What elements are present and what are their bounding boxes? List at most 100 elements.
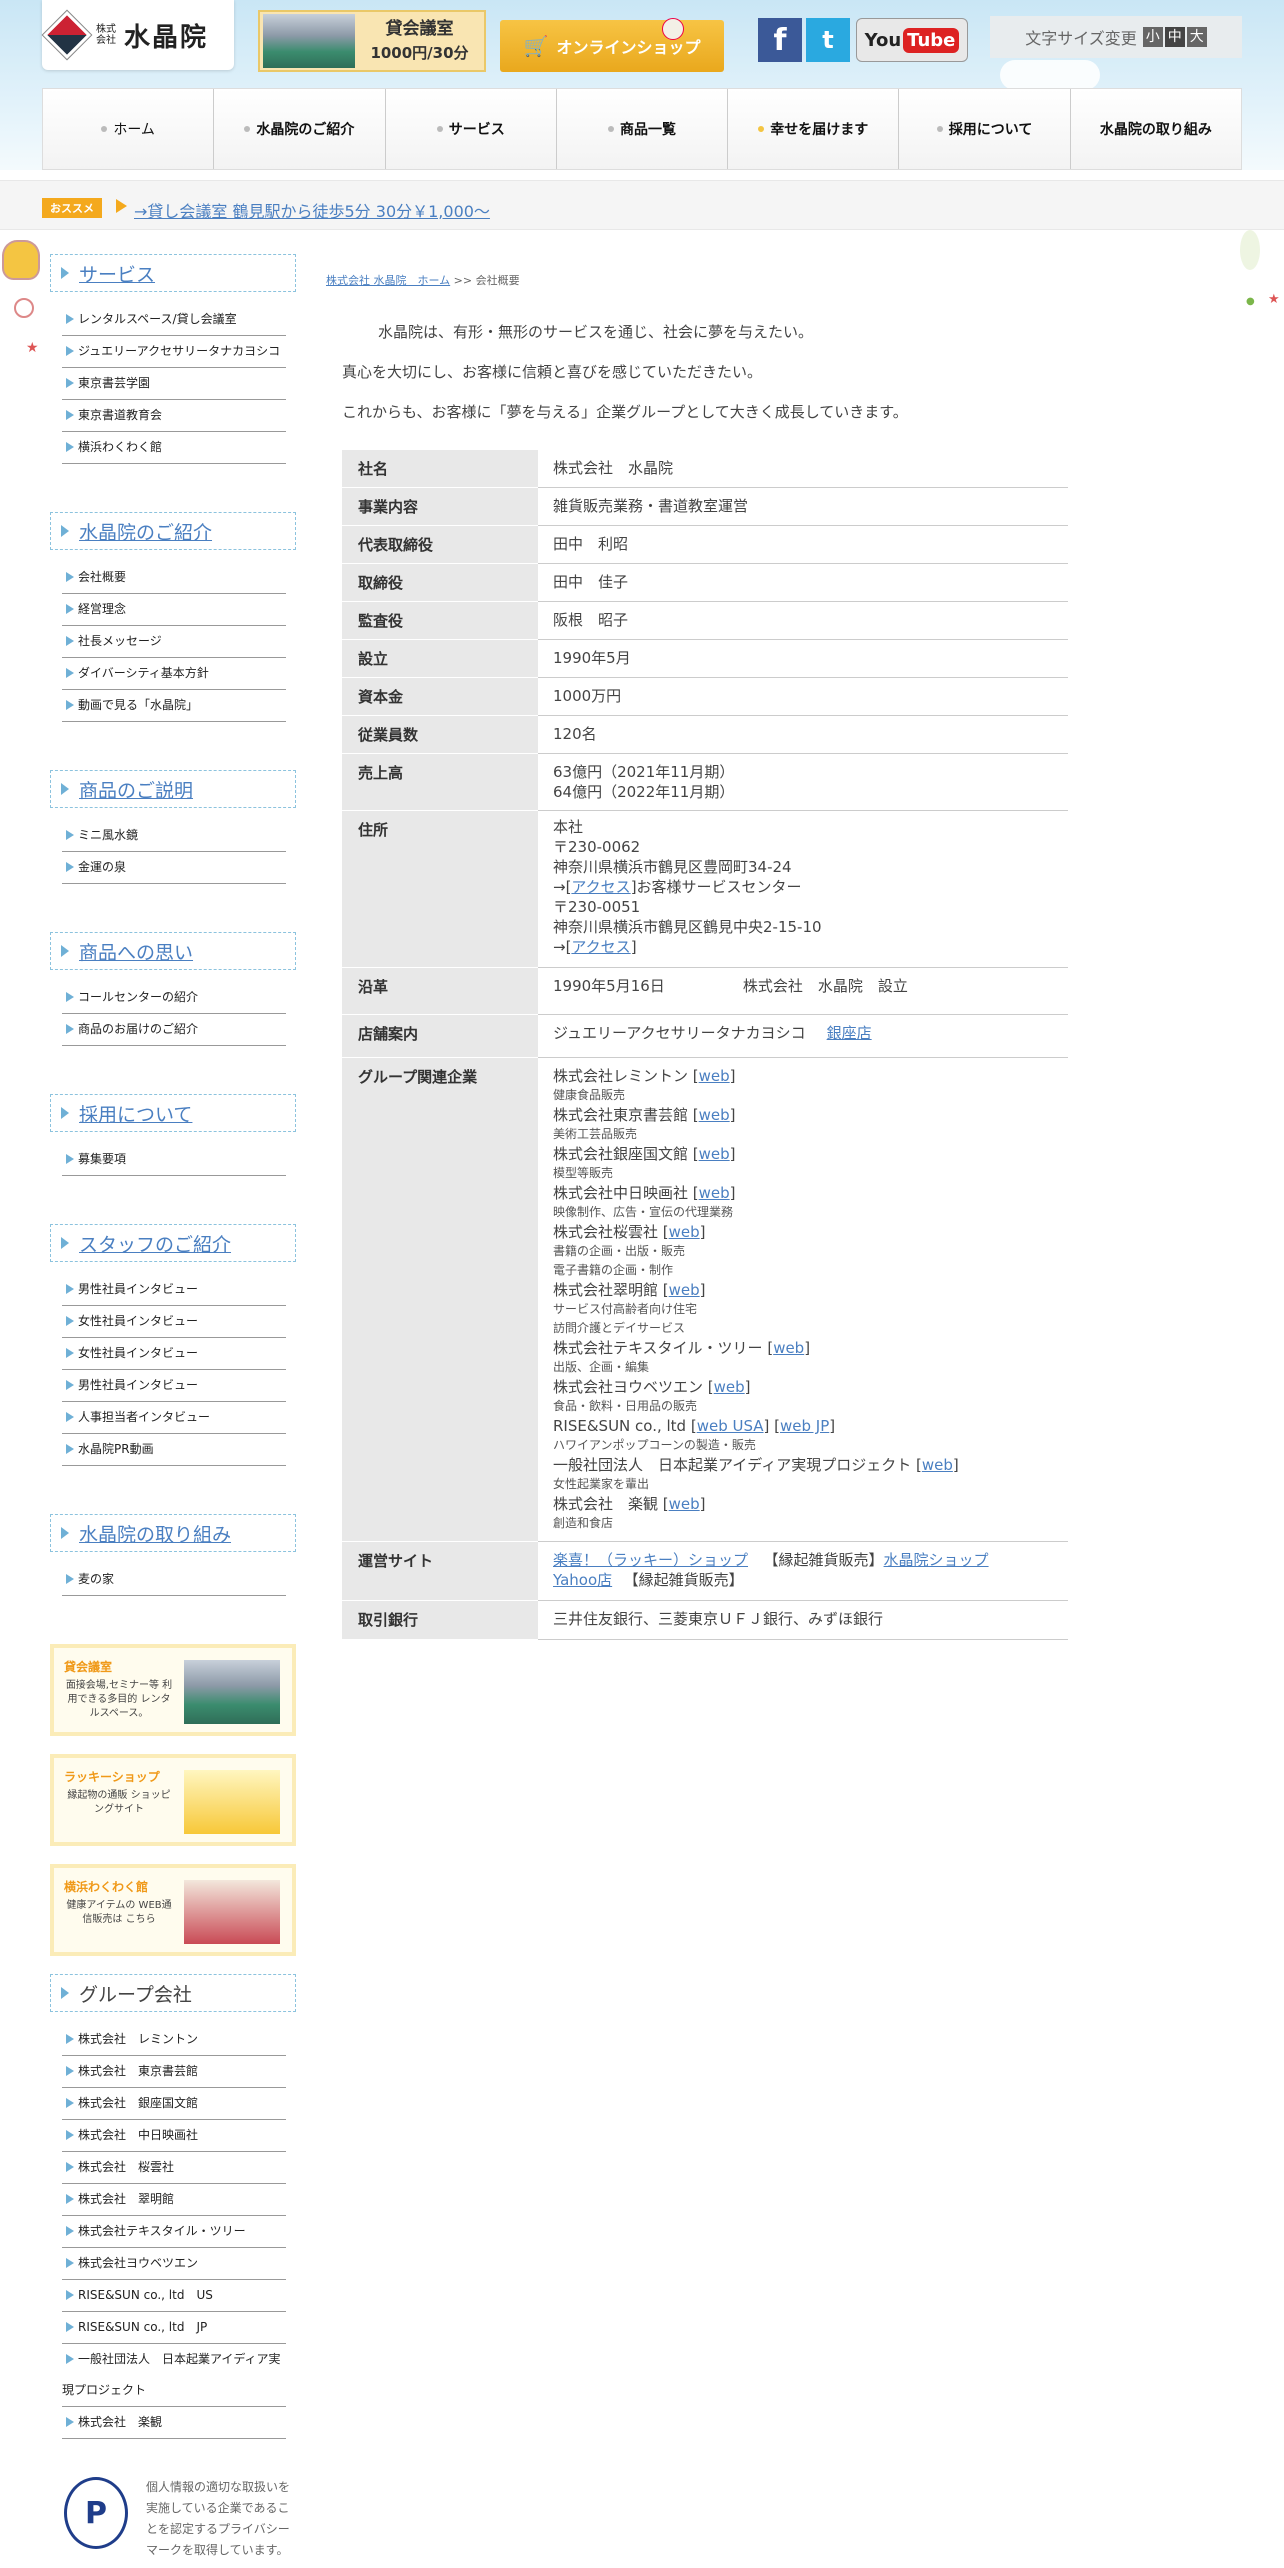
sidebar-item[interactable]: 動画で見る「水晶院」	[62, 690, 286, 722]
sidebar-item[interactable]: 男性社員インタビュー	[62, 1370, 286, 1402]
nav-item-happiness[interactable]: 幸せを届けます	[728, 89, 900, 169]
font-size-large-button[interactable]: 大	[1186, 27, 1207, 47]
row-label: 資本金	[342, 677, 538, 716]
sidebar-item[interactable]: 女性社員インタビュー	[62, 1306, 286, 1338]
table-row: 代表取締役 田中 利昭	[342, 525, 1068, 564]
breadcrumb-home[interactable]: 株式会社 水晶院 ホーム	[326, 274, 450, 287]
sidebar-item[interactable]: ジュエリーアクセサリータナカヨシコ	[62, 336, 286, 368]
access-link[interactable]: アクセス	[571, 878, 630, 896]
group-company-desc: 女性起業家を輩出	[553, 1477, 650, 1491]
sidebar-section-heading[interactable]: 水晶院のご紹介	[50, 512, 296, 550]
sidebar-item[interactable]: 募集要項	[62, 1144, 286, 1176]
web-link[interactable]: web JP	[780, 1417, 829, 1435]
sidebar-item[interactable]: 男性社員インタビュー	[62, 1274, 286, 1306]
history-value: 1990年5月16日 株式会社 水晶院 設立	[538, 967, 1068, 1015]
nav-item-service[interactable]: サービス	[386, 89, 557, 169]
site-link[interactable]: 水晶院ショップ	[884, 1551, 989, 1569]
sidebar-section-heading[interactable]: スタッフのご紹介	[50, 1224, 296, 1262]
web-link[interactable]: web	[714, 1378, 745, 1396]
sidebar-banner[interactable]: 貸会議室 面接会場,セミナー等 利用できる多目的 レンタルスペース。	[50, 1644, 296, 1736]
group-company-name: 株式会社桜雲社	[553, 1223, 659, 1241]
sidebar-item[interactable]: 麦の家	[62, 1564, 286, 1596]
founded-value: 1990年5月	[538, 639, 1068, 678]
sidebar-section-title: 水晶院のご紹介	[79, 521, 213, 544]
news-link[interactable]: →貸し会議室 鶴見駅から徒歩5分 30分￥1,000～	[134, 198, 490, 222]
sidebar-item[interactable]: 商品のお届けのご紹介	[62, 1014, 286, 1046]
group-item[interactable]: 株式会社ヨウベツエン	[62, 2248, 286, 2280]
store-value: ジュエリーアクセサリータナカヨシコ 銀座店	[538, 1014, 1068, 1058]
nav-item-products[interactable]: 商品一覧	[557, 89, 729, 169]
banner-desc: 面接会場,セミナー等 利用できる多目的 レンタルスペース。	[65, 1680, 173, 1719]
sidebar-item[interactable]: 女性社員インタビュー	[62, 1338, 286, 1370]
nav-item-recruit[interactable]: 採用について	[899, 89, 1071, 169]
web-link[interactable]: web	[699, 1145, 730, 1163]
table-row: 従業員数 120名	[342, 715, 1068, 754]
web-link[interactable]: web	[922, 1456, 953, 1474]
group-item[interactable]: 株式会社 楽観	[62, 2407, 286, 2439]
group-company: 株式会社中日映画社 [web]	[553, 1184, 736, 1202]
web-link[interactable]: web	[699, 1067, 730, 1085]
sidebar-item[interactable]: 人事担当者インタビュー	[62, 1402, 286, 1434]
web-link[interactable]: web	[669, 1495, 700, 1513]
site-link[interactable]: 楽喜！（ラッキー）ショップ	[553, 1551, 748, 1569]
sidebar-section-heading[interactable]: 商品のご説明	[50, 770, 296, 808]
access-link[interactable]: アクセス	[571, 938, 630, 956]
sidebar-item[interactable]: ミニ風水鏡	[62, 820, 286, 852]
nav-item-initiatives[interactable]: 水晶院の取り組み	[1071, 89, 1241, 169]
sidebar-item[interactable]: 横浜わくわく館	[62, 432, 286, 464]
sidebar-item[interactable]: 金運の泉	[62, 852, 286, 884]
nav-item-about[interactable]: 水晶院のご紹介	[214, 89, 386, 169]
font-size-medium-button[interactable]: 中	[1164, 27, 1185, 47]
web-link[interactable]: web	[773, 1339, 804, 1357]
group-item[interactable]: 株式会社 桜雲社	[62, 2152, 286, 2184]
group-item[interactable]: 株式会社 翠明館	[62, 2184, 286, 2216]
facebook-icon[interactable]: f	[758, 18, 802, 62]
company-name: 株式会社 水晶院	[538, 450, 1068, 488]
sidebar-item[interactable]: レンタルスペース/貸し会議室	[62, 304, 286, 336]
row-label: 取締役	[342, 563, 538, 602]
sidebar-item[interactable]: ダイバーシティ基本方針	[62, 658, 286, 690]
web-link[interactable]: web USA	[697, 1417, 764, 1435]
group-item[interactable]: 株式会社 中日映画社	[62, 2120, 286, 2152]
sidebar-section-heading[interactable]: サービス	[50, 254, 296, 292]
group-item[interactable]: 株式会社 銀座国文館	[62, 2088, 286, 2120]
group-item[interactable]: 株式会社 レミントン	[62, 2024, 286, 2056]
rental-room-banner[interactable]: 貸会議室 1000円/30分	[258, 10, 486, 72]
sidebar-item[interactable]: 会社概要	[62, 562, 286, 594]
group-item[interactable]: RISE&SUN co., ltd JP	[62, 2312, 286, 2344]
web-link[interactable]: web	[669, 1281, 700, 1299]
youtube-icon[interactable]: You Tube	[856, 18, 968, 62]
web-link[interactable]: web	[669, 1223, 700, 1241]
sidebar-section-heading[interactable]: 採用について	[50, 1094, 296, 1132]
font-size-small-button[interactable]: 小	[1142, 27, 1163, 47]
group-item[interactable]: 一般社団法人 日本起業アイディア実現プロジェクト	[62, 2344, 286, 2407]
group-item[interactable]: 株式会社テキスタイル・ツリー	[62, 2216, 286, 2248]
sidebar-item[interactable]: コールセンターの紹介	[62, 982, 286, 1014]
privacy-mark-icon[interactable]: P	[64, 2477, 128, 2549]
sidebar-item[interactable]: 社長メッセージ	[62, 626, 286, 658]
group-companies: 株式会社レミントン [web] 健康食品販売 株式会社東京書芸館 [web] 美術工芸…	[538, 1057, 1068, 1542]
online-shop-button[interactable]: 🛒 オンラインショップ	[500, 18, 724, 72]
sidebar: サービスレンタルスペース/貸し会議室 ジュエリーアクセサリータナカヨシコ 東京書芸学…	[50, 254, 296, 2561]
group-company-name: 株式会社翠明館	[553, 1281, 659, 1299]
sidebar-section-heading[interactable]: グループ会社	[50, 1974, 296, 2012]
site-link[interactable]: Yahoo店	[553, 1571, 612, 1589]
group-item[interactable]: RISE&SUN co., ltd US	[62, 2280, 286, 2312]
web-link[interactable]: web	[699, 1106, 730, 1124]
sidebar-item[interactable]: 東京書道教育会	[62, 400, 286, 432]
twitter-icon[interactable]: t	[806, 18, 850, 62]
sidebar-item[interactable]: 経営理念	[62, 594, 286, 626]
group-item[interactable]: 株式会社 東京書芸館	[62, 2056, 286, 2088]
sidebar-section-heading[interactable]: 商品への思い	[50, 932, 296, 970]
group-company-desc: サービス付高齢者向け住宅	[553, 1302, 698, 1316]
nav-item-home[interactable]: ホーム	[43, 89, 215, 169]
sidebar-item[interactable]: 東京書芸学園	[62, 368, 286, 400]
sidebar-item[interactable]: 水晶院PR動画	[62, 1434, 286, 1466]
banner-desc: 縁起物の通販 ショッピングサイト	[67, 1790, 171, 1815]
sidebar-banner[interactable]: ラッキーショップ 縁起物の通販 ショッピングサイト	[50, 1754, 296, 1846]
web-link[interactable]: web	[699, 1184, 730, 1202]
store-link[interactable]: 銀座店	[827, 1024, 872, 1042]
sidebar-banner[interactable]: 横浜わくわく館 健康アイテムの WEB通信販売は こちら	[50, 1864, 296, 1956]
site-logo[interactable]: 株式会社 水晶院	[41, 0, 234, 70]
sidebar-section-heading[interactable]: 水晶院の取り組み	[50, 1514, 296, 1552]
